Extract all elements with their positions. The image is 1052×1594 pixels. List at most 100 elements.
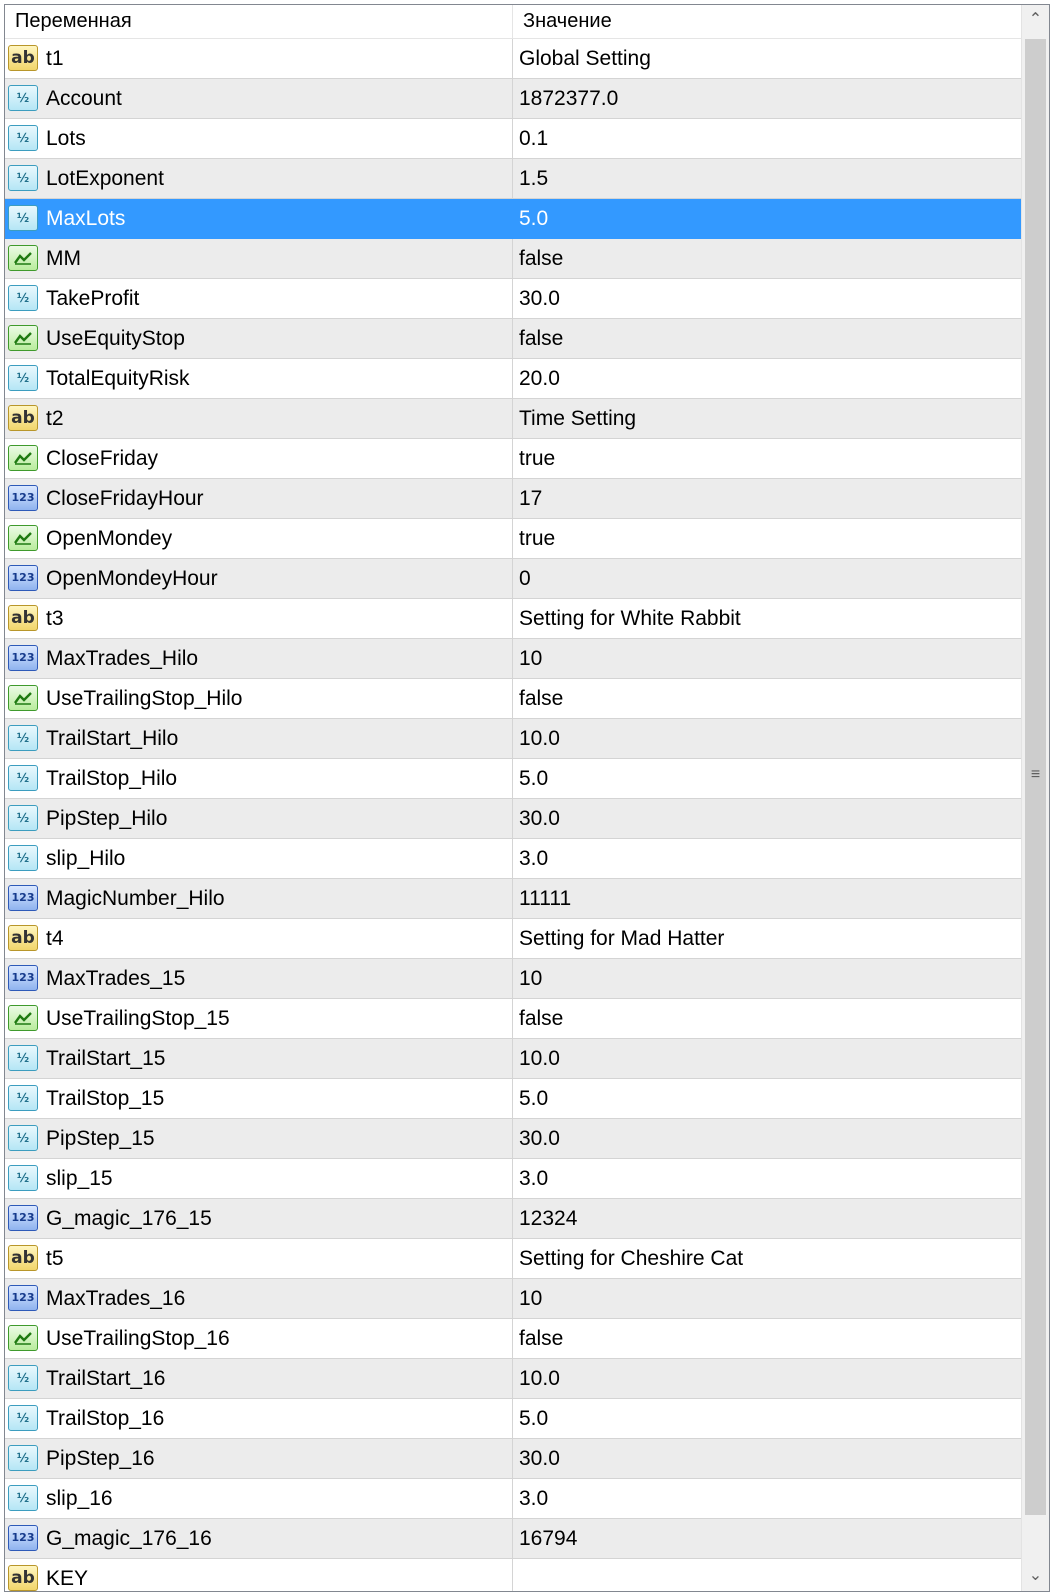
value-cell[interactable]: false [513, 999, 1021, 1038]
variable-cell[interactable]: ½ TakeProfit [5, 279, 513, 318]
table-row[interactable]: 123 G_magic_176_15 12324 [5, 1199, 1021, 1239]
table-row[interactable]: 123 CloseFridayHour 17 [5, 479, 1021, 519]
value-cell[interactable]: 12324 [513, 1199, 1021, 1238]
value-cell[interactable]: Global Setting [513, 39, 1021, 78]
value-cell[interactable]: 3.0 [513, 1159, 1021, 1198]
variable-cell[interactable]: 123 CloseFridayHour [5, 479, 513, 518]
variable-cell[interactable]: 123 G_magic_176_15 [5, 1199, 513, 1238]
table-row[interactable]: CloseFriday true [5, 439, 1021, 479]
variable-cell[interactable]: ½ TrailStop_Hilo [5, 759, 513, 798]
value-cell[interactable]: true [513, 519, 1021, 558]
value-cell[interactable]: 10 [513, 959, 1021, 998]
value-cell[interactable]: 11111 [513, 879, 1021, 918]
table-row[interactable]: ½ Account 1872377.0 [5, 79, 1021, 119]
value-cell[interactable]: Setting for Cheshire Cat [513, 1239, 1021, 1278]
table-row[interactable]: ½ PipStep_15 30.0 [5, 1119, 1021, 1159]
variable-cell[interactable]: 123 MagicNumber_Hilo [5, 879, 513, 918]
value-cell[interactable]: 20.0 [513, 359, 1021, 398]
table-row[interactable]: ½ slip_15 3.0 [5, 1159, 1021, 1199]
variable-cell[interactable]: ½ TrailStart_15 [5, 1039, 513, 1078]
table-row[interactable]: 123 MaxTrades_Hilo 10 [5, 639, 1021, 679]
table-row[interactable]: ½ PipStep_16 30.0 [5, 1439, 1021, 1479]
value-cell[interactable]: Setting for White Rabbit [513, 599, 1021, 638]
table-row[interactable]: OpenMondey true [5, 519, 1021, 559]
variable-cell[interactable]: ½ TrailStop_15 [5, 1079, 513, 1118]
variable-cell[interactable]: CloseFriday [5, 439, 513, 478]
table-row[interactable]: ½ slip_16 3.0 [5, 1479, 1021, 1519]
value-cell[interactable]: 3.0 [513, 1479, 1021, 1518]
variable-cell[interactable]: ½ TrailStart_16 [5, 1359, 513, 1398]
value-cell[interactable]: 5.0 [513, 1079, 1021, 1118]
column-header-value[interactable]: Значение [513, 5, 1021, 38]
value-cell[interactable]: false [513, 679, 1021, 718]
table-row[interactable]: ½ TrailStop_Hilo 5.0 [5, 759, 1021, 799]
variable-cell[interactable]: 123 G_magic_176_16 [5, 1519, 513, 1558]
variable-cell[interactable]: ½ slip_15 [5, 1159, 513, 1198]
table-row[interactable]: ½ LotExponent 1.5 [5, 159, 1021, 199]
table-row[interactable]: ½ TrailStart_15 10.0 [5, 1039, 1021, 1079]
table-row[interactable]: UseEquityStop false [5, 319, 1021, 359]
variable-cell[interactable]: 123 MaxTrades_16 [5, 1279, 513, 1318]
scroll-down-button[interactable]: ⌄ [1022, 1561, 1049, 1591]
value-cell[interactable]: 0.1 [513, 119, 1021, 158]
table-row[interactable]: ½ TotalEquityRisk 20.0 [5, 359, 1021, 399]
variable-cell[interactable]: UseTrailingStop_Hilo [5, 679, 513, 718]
table-row[interactable]: ab t1 Global Setting [5, 39, 1021, 79]
variable-cell[interactable]: ab t3 [5, 599, 513, 638]
variable-cell[interactable]: OpenMondey [5, 519, 513, 558]
value-cell[interactable]: false [513, 1319, 1021, 1358]
column-header-variable[interactable]: Переменная [5, 5, 513, 38]
variable-cell[interactable]: ab t5 [5, 1239, 513, 1278]
table-row[interactable]: 123 MaxTrades_15 10 [5, 959, 1021, 999]
value-cell[interactable]: Time Setting [513, 399, 1021, 438]
table-row[interactable]: ½ MaxLots 5.0 [5, 199, 1021, 239]
variable-cell[interactable]: ½ Lots [5, 119, 513, 158]
value-cell[interactable]: 1872377.0 [513, 79, 1021, 118]
variable-cell[interactable]: ½ TrailStart_Hilo [5, 719, 513, 758]
table-row[interactable]: UseTrailingStop_Hilo false [5, 679, 1021, 719]
value-cell[interactable]: 16794 [513, 1519, 1021, 1558]
value-cell[interactable]: 10.0 [513, 719, 1021, 758]
value-cell[interactable]: 10.0 [513, 1039, 1021, 1078]
table-row[interactable]: ½ TrailStop_15 5.0 [5, 1079, 1021, 1119]
variable-cell[interactable]: ½ TotalEquityRisk [5, 359, 513, 398]
variable-cell[interactable]: ½ MaxLots [5, 199, 513, 238]
value-cell[interactable]: 17 [513, 479, 1021, 518]
variable-cell[interactable]: ½ slip_16 [5, 1479, 513, 1518]
table-row[interactable]: ½ TrailStart_Hilo 10.0 [5, 719, 1021, 759]
table-row[interactable]: UseTrailingStop_15 false [5, 999, 1021, 1039]
variable-cell[interactable]: ½ PipStep_16 [5, 1439, 513, 1478]
value-cell[interactable]: 5.0 [513, 759, 1021, 798]
variable-cell[interactable]: ½ slip_Hilo [5, 839, 513, 878]
value-cell[interactable]: 30.0 [513, 1119, 1021, 1158]
scroll-up-button[interactable]: ⌃ [1022, 5, 1049, 35]
value-cell[interactable]: 10 [513, 1279, 1021, 1318]
variable-cell[interactable]: ½ Account [5, 79, 513, 118]
value-cell[interactable]: false [513, 239, 1021, 278]
variable-cell[interactable]: ab t1 [5, 39, 513, 78]
table-row[interactable]: 123 OpenMondeyHour 0 [5, 559, 1021, 599]
value-cell[interactable]: 5.0 [513, 199, 1021, 238]
table-row[interactable]: ½ Lots 0.1 [5, 119, 1021, 159]
value-cell[interactable]: 10 [513, 639, 1021, 678]
value-cell[interactable]: 30.0 [513, 799, 1021, 838]
scrollbar-thumb[interactable]: ≡ [1025, 39, 1046, 1515]
table-row[interactable]: ½ TrailStop_16 5.0 [5, 1399, 1021, 1439]
table-row[interactable]: ab t5 Setting for Cheshire Cat [5, 1239, 1021, 1279]
variable-cell[interactable]: UseTrailingStop_15 [5, 999, 513, 1038]
variable-cell[interactable]: ½ LotExponent [5, 159, 513, 198]
value-cell[interactable]: 10.0 [513, 1359, 1021, 1398]
value-cell[interactable]: false [513, 319, 1021, 358]
variable-cell[interactable]: ½ PipStep_15 [5, 1119, 513, 1158]
value-cell[interactable]: Setting for Mad Hatter [513, 919, 1021, 958]
value-cell[interactable]: true [513, 439, 1021, 478]
table-row[interactable]: ½ PipStep_Hilo 30.0 [5, 799, 1021, 839]
variable-cell[interactable]: 123 OpenMondeyHour [5, 559, 513, 598]
variable-cell[interactable]: UseEquityStop [5, 319, 513, 358]
value-cell[interactable]: 5.0 [513, 1399, 1021, 1438]
vertical-scrollbar[interactable]: ⌃ ≡ ⌄ [1021, 5, 1049, 1591]
value-cell[interactable]: 30.0 [513, 1439, 1021, 1478]
variable-cell[interactable]: ½ TrailStop_16 [5, 1399, 513, 1438]
variable-cell[interactable]: 123 MaxTrades_15 [5, 959, 513, 998]
value-cell[interactable]: 0 [513, 559, 1021, 598]
